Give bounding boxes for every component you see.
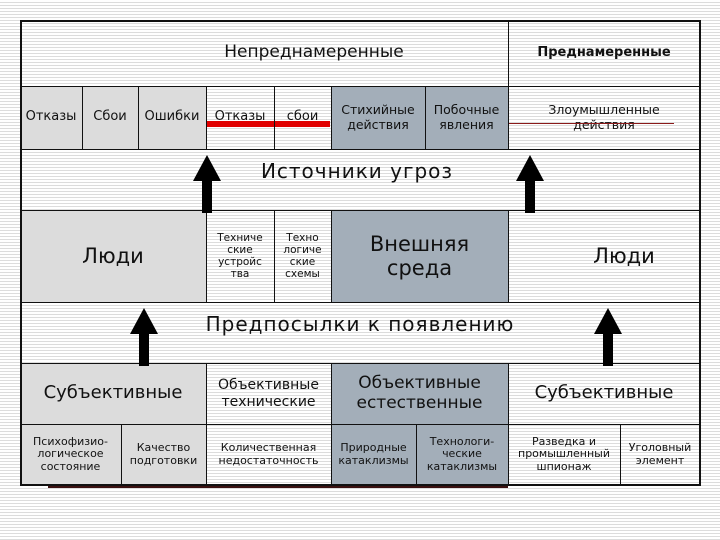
- bottom-shadow-line: [48, 486, 508, 488]
- arrow-up-icon: [594, 308, 622, 366]
- diagram-frame: [20, 20, 701, 486]
- arrow-up-icon: [130, 308, 158, 366]
- arrow-up-icon: [193, 155, 221, 213]
- arrow-up-icon: [516, 155, 544, 213]
